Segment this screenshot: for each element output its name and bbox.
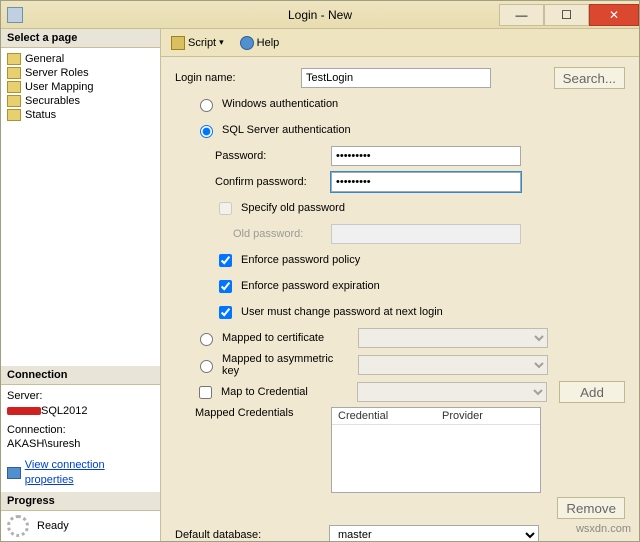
- checkbox-input: [219, 202, 232, 215]
- radio-label: Mapped to asymmetric key: [222, 353, 352, 377]
- credential-select: [357, 382, 547, 402]
- credentials-header: Credential Provider: [332, 408, 540, 425]
- right-pane: Script▾ Help Login name: Search... Windo…: [161, 29, 639, 541]
- radio-input[interactable]: [200, 333, 213, 346]
- mapped-credentials-label: Mapped Credentials: [195, 407, 325, 419]
- connection-value: AKASH\suresh: [7, 437, 154, 452]
- progress-header: Progress: [1, 492, 160, 511]
- radio-label: SQL Server authentication: [222, 124, 351, 136]
- page-icon: [7, 53, 21, 65]
- map-to-credential-check[interactable]: Map to Credential Add: [195, 381, 625, 403]
- nav-label: Status: [25, 109, 56, 121]
- view-connection-properties-link[interactable]: View connection properties: [7, 458, 154, 488]
- checkbox-input[interactable]: [219, 306, 232, 319]
- nav-server-roles[interactable]: Server Roles: [1, 66, 160, 80]
- password-label: Password:: [215, 150, 325, 162]
- app-icon: [7, 7, 23, 23]
- default-database-select[interactable]: master: [329, 525, 539, 541]
- close-button[interactable]: ✕: [589, 4, 639, 26]
- checkbox-input[interactable]: [199, 386, 212, 399]
- select-page-header: Select a page: [1, 29, 160, 48]
- nav-user-mapping[interactable]: User Mapping: [1, 80, 160, 94]
- window-buttons: — ☐ ✕: [499, 4, 639, 26]
- certificate-select: [358, 328, 548, 348]
- nav-securables[interactable]: Securables: [1, 94, 160, 108]
- provider-column: Provider: [436, 408, 540, 424]
- radio-label: Mapped to certificate: [222, 332, 352, 344]
- progress-spinner-icon: [7, 515, 29, 537]
- nav-label: User Mapping: [25, 81, 93, 93]
- window: Login - New — ☐ ✕ Select a page General …: [0, 0, 640, 542]
- connection-header: Connection: [1, 366, 160, 385]
- remove-button[interactable]: Remove: [557, 497, 625, 519]
- specify-old-password-check: Specify old password: [215, 197, 625, 219]
- check-label: Enforce password expiration: [241, 280, 380, 292]
- connection-label: Connection:: [7, 423, 154, 438]
- mapped-cert-radio[interactable]: Mapped to certificate: [195, 327, 625, 349]
- script-icon: [171, 36, 185, 50]
- old-password-input: [331, 224, 521, 244]
- nav-status[interactable]: Status: [1, 108, 160, 122]
- body: Select a page General Server Roles User …: [1, 29, 639, 541]
- maximize-button[interactable]: ☐: [544, 4, 589, 26]
- old-password-label: Old password:: [233, 228, 325, 240]
- left-pane: Select a page General Server Roles User …: [1, 29, 161, 541]
- auth-windows-radio[interactable]: Windows authentication: [195, 93, 625, 115]
- progress-status: Ready: [37, 520, 69, 532]
- search-button[interactable]: Search...: [554, 67, 625, 89]
- nav-label: Server Roles: [25, 67, 89, 79]
- page-icon: [7, 67, 21, 79]
- check-label: Enforce password policy: [241, 254, 360, 266]
- form: Login name: Search... Windows authentica…: [161, 57, 639, 541]
- login-name-label: Login name:: [175, 72, 295, 84]
- server-label: Server:: [7, 389, 154, 404]
- nav-general[interactable]: General: [1, 52, 160, 66]
- minimize-button[interactable]: —: [499, 4, 544, 26]
- confirm-password-label: Confirm password:: [215, 176, 325, 188]
- check-label: Specify old password: [241, 202, 345, 214]
- progress-row: Ready: [1, 511, 160, 541]
- credential-column: Credential: [332, 408, 436, 424]
- titlebar: Login - New — ☐ ✕: [1, 1, 639, 29]
- must-change-check[interactable]: User must change password at next login: [215, 301, 625, 323]
- auth-sql-radio[interactable]: SQL Server authentication: [195, 119, 625, 141]
- page-icon: [7, 95, 21, 107]
- connection-info: Server: SQL2012 Connection: AKASH\suresh…: [1, 385, 160, 492]
- properties-icon: [7, 467, 21, 479]
- enforce-expiration-check[interactable]: Enforce password expiration: [215, 275, 625, 297]
- radio-label: Windows authentication: [222, 98, 338, 110]
- nav-label: General: [25, 53, 64, 65]
- page-icon: [7, 109, 21, 121]
- default-database-label: Default database:: [175, 529, 323, 541]
- asym-key-select: [358, 355, 548, 375]
- help-button[interactable]: Help: [236, 34, 284, 52]
- help-icon: [240, 36, 254, 50]
- confirm-password-input[interactable]: [331, 172, 521, 192]
- checkbox-input[interactable]: [219, 254, 232, 267]
- server-value: SQL2012: [7, 404, 154, 419]
- toolbar: Script▾ Help: [161, 29, 639, 57]
- redacted-icon: [7, 407, 41, 415]
- radio-input[interactable]: [200, 99, 213, 112]
- chevron-down-icon: ▾: [219, 37, 224, 48]
- mapped-asym-radio[interactable]: Mapped to asymmetric key: [195, 353, 625, 377]
- mapped-credentials-list[interactable]: Credential Provider: [331, 407, 541, 493]
- password-input[interactable]: [331, 146, 521, 166]
- enforce-policy-check[interactable]: Enforce password policy: [215, 249, 625, 271]
- radio-input[interactable]: [200, 360, 213, 373]
- checkbox-input[interactable]: [219, 280, 232, 293]
- nav-label: Securables: [25, 95, 80, 107]
- script-button[interactable]: Script▾: [167, 34, 228, 52]
- page-nav: General Server Roles User Mapping Secura…: [1, 48, 160, 126]
- radio-input[interactable]: [200, 125, 213, 138]
- check-label: User must change password at next login: [241, 306, 443, 318]
- login-name-input[interactable]: [301, 68, 491, 88]
- check-label: Map to Credential: [221, 386, 351, 398]
- add-button[interactable]: Add: [559, 381, 625, 403]
- page-icon: [7, 81, 21, 93]
